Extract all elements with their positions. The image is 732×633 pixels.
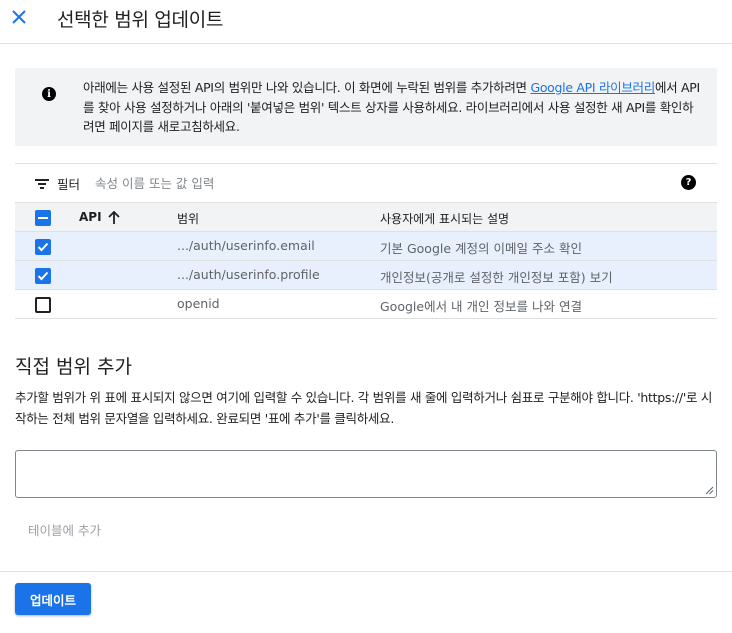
- row-checkbox[interactable]: [35, 239, 51, 255]
- manual-scopes-description: 추가할 범위가 위 표에 표시되지 않으면 여기에 입력할 수 있습니다. 각 …: [15, 390, 713, 426]
- api-library-link[interactable]: Google API 라이브러리: [530, 80, 655, 95]
- footer-divider: [0, 571, 732, 572]
- scope-cell: openid: [177, 296, 220, 311]
- manual-scopes-textarea[interactable]: [15, 450, 717, 498]
- manual-scopes-title: 직접 범위 추가: [15, 356, 132, 378]
- column-header-scope: 범위: [177, 212, 200, 226]
- update-button[interactable]: 업데이트: [15, 583, 91, 615]
- column-header-api-label: API: [79, 210, 102, 224]
- info-text-before: 아래에는 사용 설정된 API의 범위만 나와 있습니다. 이 화면에 누락된 …: [83, 80, 531, 95]
- table-row[interactable]: openid Google에서 내 개인 정보를 나와 연결: [15, 290, 717, 319]
- scopes-table: API 범위 사용자에게 표시되는 설명 .../auth/userinfo.e…: [15, 203, 717, 319]
- close-button[interactable]: [8, 6, 30, 28]
- close-icon: [12, 10, 26, 24]
- table-row[interactable]: .../auth/userinfo.email 기본 Google 계정의 이메…: [15, 232, 717, 261]
- filter-input[interactable]: [95, 171, 655, 195]
- table-row[interactable]: .../auth/userinfo.profile 개인정보(공개로 설정한 개…: [15, 261, 717, 290]
- resize-grip-icon[interactable]: [705, 486, 714, 495]
- table-header: API 범위 사용자에게 표시되는 설명: [15, 203, 717, 232]
- dialog-title: 선택한 범위 업데이트: [57, 9, 224, 31]
- row-checkbox[interactable]: [35, 268, 51, 284]
- description-cell: Google에서 내 개인 정보를 나와 연결: [380, 299, 582, 314]
- filter-label: 필터: [57, 177, 81, 192]
- select-all-checkbox[interactable]: [35, 210, 51, 226]
- column-header-api[interactable]: API: [79, 210, 120, 224]
- info-banner: i 아래에는 사용 설정된 API의 범위만 나와 있습니다. 이 화면에 누락…: [15, 68, 717, 146]
- dialog-header: 선택한 범위 업데이트: [0, 0, 732, 44]
- help-icon[interactable]: ?: [681, 175, 696, 190]
- add-to-table-button[interactable]: 테이블에 추가: [28, 520, 101, 539]
- filter-bar: 필터 ?: [15, 163, 717, 203]
- description-cell: 개인정보(공개로 설정한 개인정보 포함) 보기: [380, 270, 613, 285]
- row-checkbox[interactable]: [35, 297, 51, 313]
- info-icon: i: [42, 87, 56, 101]
- filter-icon[interactable]: [35, 178, 49, 190]
- scope-cell: .../auth/userinfo.email: [177, 238, 315, 253]
- description-cell: 기본 Google 계정의 이메일 주소 확인: [380, 241, 582, 256]
- sort-arrow-up-icon: [107, 210, 120, 224]
- info-text: 아래에는 사용 설정된 API의 범위만 나와 있습니다. 이 화면에 누락된 …: [83, 78, 703, 137]
- column-header-description: 사용자에게 표시되는 설명: [380, 212, 510, 226]
- scope-cell: .../auth/userinfo.profile: [177, 267, 320, 282]
